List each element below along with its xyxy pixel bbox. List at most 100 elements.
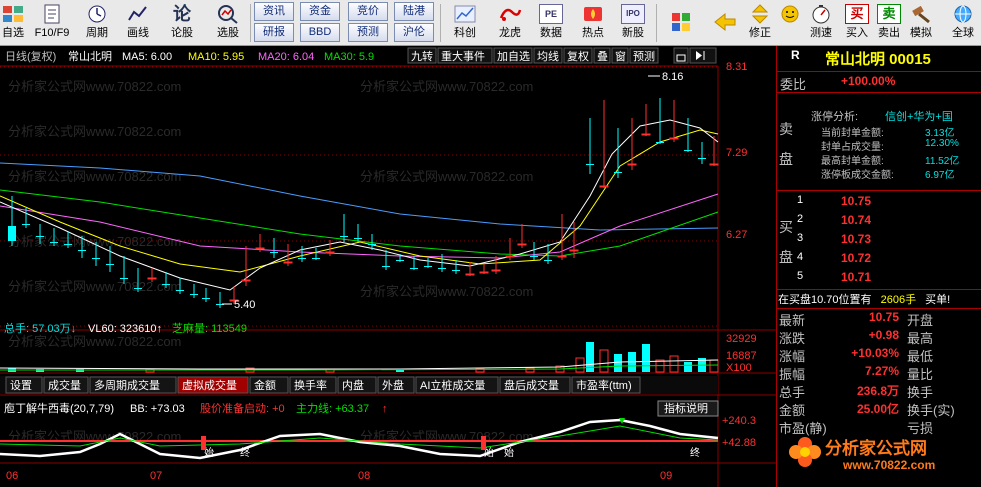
- bid-level[interactable]: 2: [797, 213, 803, 225]
- toolbar-simulate-button[interactable]: 模拟: [906, 2, 936, 44]
- expand-button[interactable]: [689, 47, 717, 64]
- candle-body-down: [684, 150, 692, 151]
- indicator-warning-value: 股价准备启动: +0: [200, 401, 285, 415]
- quote-value: 236.8万: [856, 384, 899, 398]
- toolbar-label: 数据: [540, 27, 562, 39]
- bid-price[interactable]: 10.73: [841, 232, 871, 246]
- candle-body-up: [599, 185, 609, 188]
- quote-value: +0.98: [868, 328, 899, 342]
- bid-level[interactable]: 1: [797, 194, 803, 206]
- toolbar-speedtest-button[interactable]: 测速: [806, 2, 836, 44]
- volume-axis-label: X100: [726, 362, 752, 374]
- toolbar-dragon-tiger-button[interactable]: 龙虎: [490, 2, 530, 44]
- candle-body-down: [22, 224, 30, 225]
- quote-value: 10.75: [868, 310, 899, 324]
- bid-price[interactable]: 10.72: [841, 251, 871, 265]
- indicator-axis-label: +240.3: [722, 415, 756, 427]
- high-price-label: 8.16: [662, 71, 683, 83]
- toolbar-buy-button[interactable]: 买 买入: [842, 2, 872, 44]
- candle-body-down: [586, 164, 594, 165]
- toolbar-label: 自选: [2, 27, 24, 39]
- toolbar-f10-button[interactable]: F10/F9: [30, 2, 74, 44]
- toolbar-label: 修正: [749, 27, 771, 39]
- bid-level[interactable]: 5: [797, 270, 803, 282]
- indicator-tab-label: 设置: [10, 379, 32, 392]
- toolbar-zixuan-button[interactable]: 自选: [0, 2, 26, 44]
- kline-chart-area[interactable]: 日线(复权) 常山北明 MA5: 6.00 MA10: 5.95 MA20: 6…: [0, 46, 776, 487]
- hk-connect-button[interactable]: 陆港: [394, 2, 434, 21]
- toolbar-picker-button[interactable]: 选股: [208, 2, 248, 44]
- toolbar-global-button[interactable]: 全球: [946, 2, 980, 44]
- bid-price[interactable]: 10.75: [841, 194, 871, 208]
- watermark-text: 分析家公式网www.70822.com: [360, 169, 533, 184]
- indicator-tab-bar: 设置 成交量 多周期成交量 虚拟成交量 金额 换手率 内盘 外盘 AI立桩成交量 盘后成交量 市盈率…: [0, 376, 718, 394]
- volume-bar-up: [709, 359, 719, 373]
- toolbar-label: 测速: [810, 27, 832, 39]
- candle-body-down: [656, 142, 664, 143]
- bid-level[interactable]: 3: [797, 232, 803, 244]
- research-report-button[interactable]: 研报: [254, 23, 294, 42]
- month-label: 06: [6, 470, 18, 482]
- candle-body-down: [410, 268, 418, 269]
- news-button[interactable]: 资讯: [254, 2, 294, 21]
- candle-body-down: [340, 236, 348, 237]
- limit-up-row-key: 封单占成交量:: [821, 142, 884, 153]
- candle-body-up: [627, 163, 637, 166]
- toolbar-draw-button[interactable]: 画线: [120, 2, 156, 44]
- toolbar-sell-button[interactable]: 卖 卖出: [874, 2, 904, 44]
- shanghai-london-button[interactable]: 沪伦: [394, 23, 434, 42]
- indicator-axis-label: +42.88: [722, 437, 756, 449]
- candle-body-down: [298, 258, 306, 259]
- toolbar-refresh-button[interactable]: [776, 2, 804, 44]
- volume-bar-down: [614, 354, 622, 372]
- candle-body-up: [255, 247, 265, 250]
- chart-tab-label: 九转: [411, 49, 433, 63]
- indicator-red-signal: [481, 436, 486, 450]
- quote-key: 涨跌: [779, 331, 806, 346]
- main-toolbar: 自选 F10/F9 周期 画线 论 论股 选股 资讯 资金 竞价 陆港 研报 B…: [0, 0, 981, 46]
- quote-key-secondary: 开盘: [907, 313, 934, 328]
- toolbar-data-button[interactable]: PE 数据: [534, 2, 568, 44]
- candle-body-down: [614, 172, 622, 173]
- order-alert-suffix: 买单!: [925, 294, 951, 306]
- bid-price[interactable]: 10.71: [841, 270, 871, 284]
- toolbar-period-button[interactable]: 周期: [78, 2, 116, 44]
- chart-tab-label: 重大事件: [441, 49, 485, 63]
- smiley-icon: [781, 5, 799, 23]
- watermark-text: 分析家公式网www.70822.com: [360, 284, 533, 299]
- watermark-text: 分析家公式网www.70822.com: [360, 79, 533, 94]
- layout-switch-button[interactable]: [664, 2, 698, 44]
- ma10-label: MA10: 5.95: [188, 51, 244, 63]
- globe-icon: [954, 5, 972, 23]
- month-label: 09: [660, 470, 672, 482]
- quote-value: +10.03%: [851, 346, 899, 360]
- quote-key: 总手: [779, 385, 806, 400]
- toolbar-label: 选股: [217, 27, 239, 39]
- candle-body-down: [202, 298, 210, 299]
- bid-level[interactable]: 4: [797, 251, 803, 263]
- toolbar-hot-button[interactable]: 热点: [574, 2, 612, 44]
- month-label: 07: [150, 470, 162, 482]
- grid-app-icon: [3, 6, 23, 22]
- bbd-button[interactable]: BBD: [300, 23, 340, 42]
- indicator-signal-marker: 始: [504, 446, 514, 459]
- price-axis-label: 8.31: [726, 61, 747, 73]
- auction-button[interactable]: 竞价: [348, 2, 388, 21]
- toolbar-label: 论股: [171, 27, 193, 39]
- toolbar-correction-button[interactable]: 修正: [746, 2, 774, 44]
- candle-body-up: [465, 273, 475, 276]
- watermark-text: 分析家公式网www.70822.com: [8, 279, 181, 294]
- back-button[interactable]: [708, 2, 742, 44]
- toolbar-kechuang-button[interactable]: 科创: [446, 2, 484, 44]
- fund-flow-button[interactable]: 资金: [300, 2, 340, 21]
- candle-body-down: [78, 250, 86, 251]
- toolbar-ipo-button[interactable]: IPO 新股: [616, 2, 650, 44]
- limit-up-row-key: 最高封单金额:: [821, 156, 884, 167]
- quote-key-secondary: 量比: [907, 367, 934, 382]
- toolbar-forum-button[interactable]: 论 论股: [160, 2, 204, 44]
- bid-price[interactable]: 10.74: [841, 213, 871, 227]
- candle-body-down: [8, 226, 16, 241]
- ma30-label: MA30: 5.9: [324, 51, 374, 63]
- forecast-button[interactable]: 预测: [348, 23, 388, 42]
- weibi-value: +100.00%: [841, 74, 896, 88]
